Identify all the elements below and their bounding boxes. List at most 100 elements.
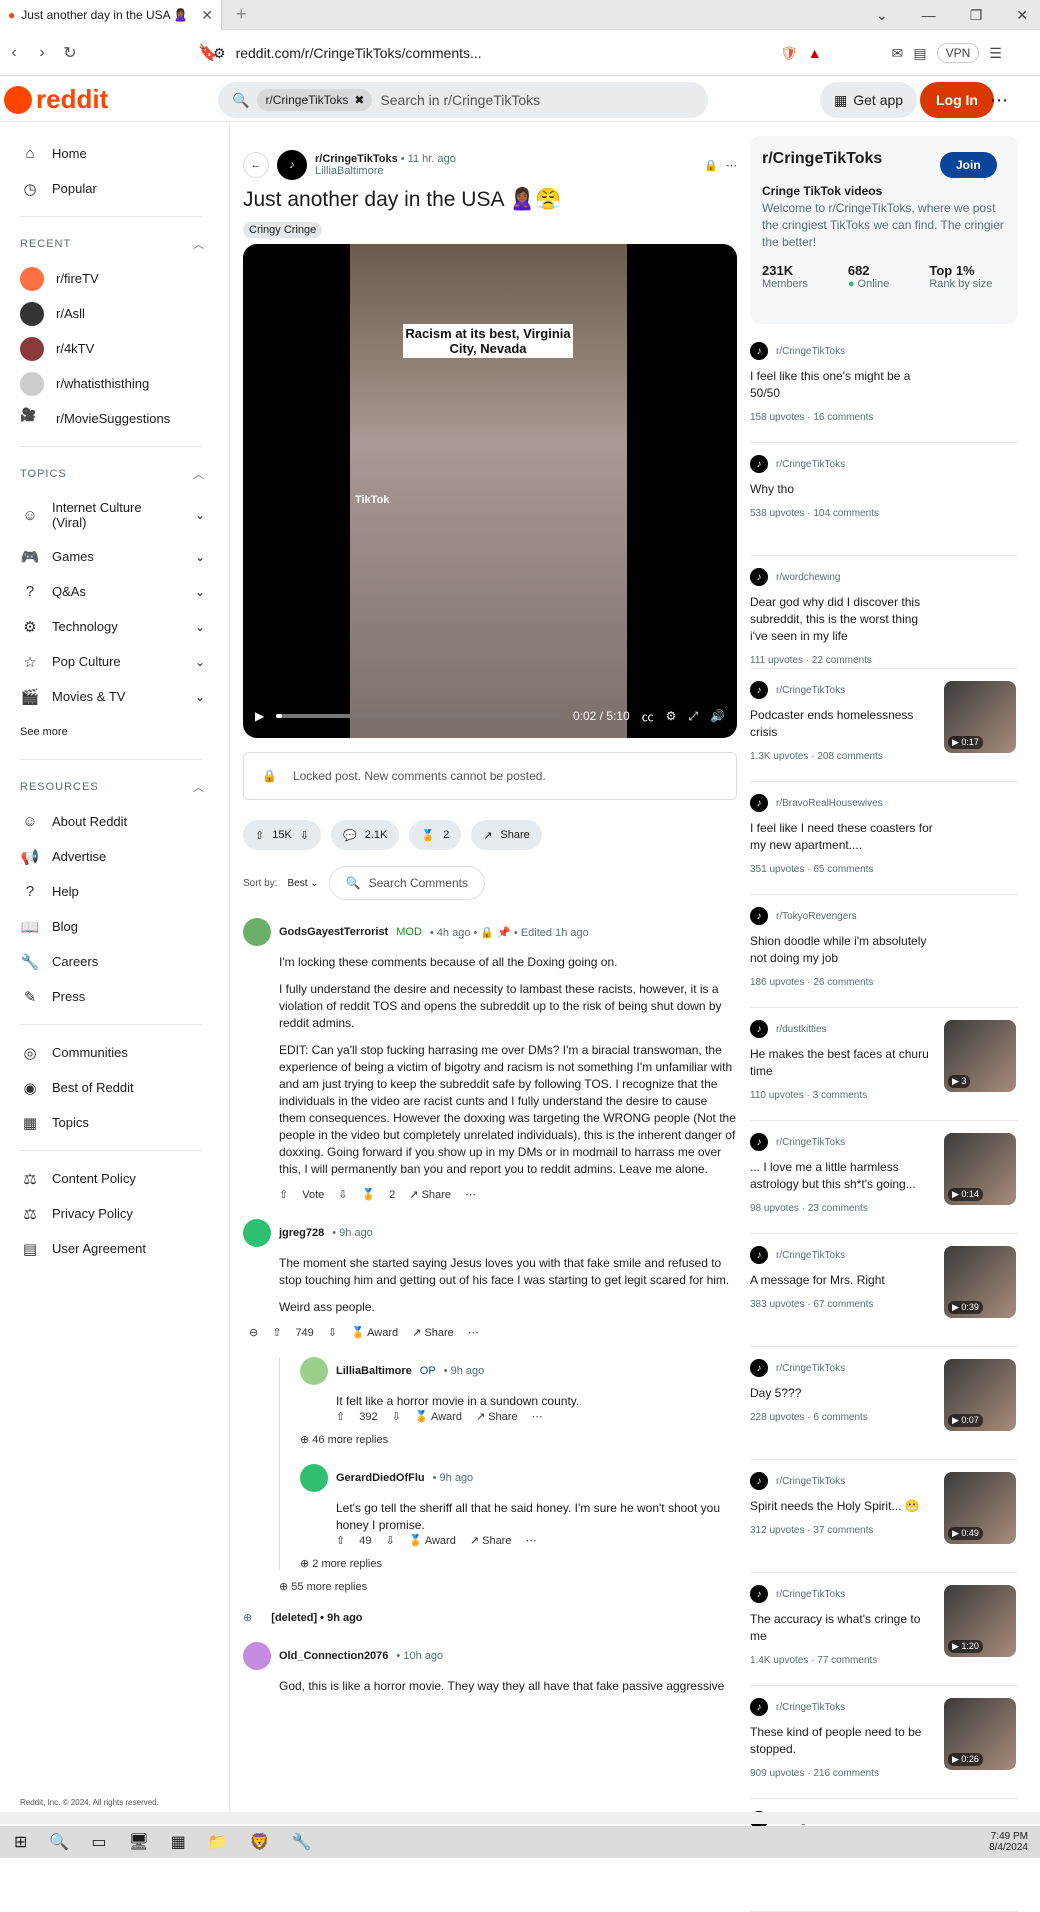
captions-icon[interactable]: ㏄ — [642, 708, 654, 725]
share-button[interactable]: ↗ Share — [470, 1534, 512, 1547]
related-post[interactable]: ♪ r/CringeTikToks I feel like this one's m… — [750, 330, 1018, 443]
related-thumbnail[interactable]: ▶ 0:17 — [944, 681, 1016, 753]
related-sub-name[interactable]: r/CringeTikToks — [776, 1589, 845, 1600]
award-button[interactable]: 🏅 Award — [409, 1534, 456, 1547]
avatar[interactable] — [243, 1219, 271, 1247]
post-options-icon[interactable]: ⋯ — [726, 159, 737, 172]
chevron-down-icon[interactable]: ⌄ — [195, 550, 205, 564]
related-sub-name[interactable]: r/CringeTikToks — [776, 1137, 845, 1148]
windows-start-icon[interactable]: ⊞ — [14, 1832, 27, 1852]
expand-icon[interactable]: ⊕ — [243, 1611, 252, 1624]
recent-header[interactable]: RECENT ︿ — [20, 227, 229, 261]
chip-clear-icon[interactable]: ✖ — [354, 93, 364, 107]
related-sub-name[interactable]: r/TokyoRevengers — [776, 911, 857, 922]
related-title[interactable]: I feel like this one's might be a 50/50 — [750, 368, 935, 402]
video-player[interactable]: Racism at its best, Virginia City, Nevad… — [243, 244, 737, 738]
resource-item[interactable]: 📖 Blog — [20, 909, 229, 944]
related-sub-name[interactable]: r/CringeTikToks — [776, 685, 845, 696]
related-post[interactable]: ♪ r/CringeTikToks The accuracy is what's c… — [750, 1573, 1018, 1686]
downvote-icon[interactable]: ⇩ — [328, 1326, 337, 1339]
wallet-icon[interactable]: ▤ — [913, 45, 926, 62]
related-post[interactable]: ♪ r/BravoRealHousewives I feel like I need… — [750, 782, 1018, 895]
nav-popular[interactable]: ◷ Popular — [20, 171, 229, 206]
post-subreddit[interactable]: r/CringeTikToks — [315, 153, 398, 165]
chevron-down-icon[interactable]: ⌄ — [195, 690, 205, 704]
browser-tab[interactable]: ● Just another day in the USA 🙎🏾‍♀️ ✕ — [0, 0, 222, 30]
vpn-button[interactable]: VPN — [936, 43, 980, 63]
comment-user[interactable]: Old_Connection2076 — [279, 1650, 388, 1662]
related-post[interactable]: ♪ r/CringeTikToks Spirit needs the Holy Sp… — [750, 1460, 1018, 1573]
monitor-app-icon[interactable]: 🖥 — [128, 1832, 148, 1852]
award-button[interactable]: 🏅 Award — [415, 1410, 462, 1423]
chevron-down-icon[interactable]: ⌄ — [195, 620, 205, 634]
topics-header[interactable]: TOPICS ︿ — [20, 457, 229, 491]
chevron-up-icon[interactable]: ︿ — [193, 236, 205, 252]
related-title[interactable]: He makes the best faces at churu time — [750, 1046, 935, 1080]
collapse-icon[interactable]: ⊖ — [249, 1326, 258, 1339]
avatar[interactable] — [300, 1464, 328, 1492]
comment-user[interactable]: GerardDiedOfFlu — [336, 1472, 425, 1484]
chevron-down-icon[interactable]: ⌄ — [195, 655, 205, 669]
related-title[interactable]: The accuracy is what's cringe to me — [750, 1611, 935, 1645]
volume-icon[interactable]: 🔊 — [710, 709, 725, 723]
chevron-down-icon[interactable]: ⌄ — [195, 508, 205, 522]
tab-list-icon[interactable]: ⌄ — [876, 7, 888, 24]
menu-icon[interactable]: ☰ — [989, 45, 1002, 62]
related-title[interactable]: Shion doodle while i'm absolutely not do… — [750, 933, 935, 967]
recent-item[interactable]: r/fireTV — [20, 261, 229, 296]
search-input[interactable]: Search in r/CringeTikToks — [380, 92, 540, 108]
topic-item[interactable]: ⚙ Technology ⌄ — [20, 609, 229, 644]
resources-header[interactable]: RESOURCES ︿ — [20, 770, 229, 804]
resource-item[interactable]: 📢 Advertise — [20, 839, 229, 874]
award-button[interactable]: 🏅 2 — [409, 820, 462, 850]
rewards-icon[interactable]: ▲ — [808, 45, 822, 61]
related-thumbnail[interactable]: ▶ 1:20 — [944, 1585, 1016, 1657]
fullscreen-icon[interactable]: ⤢ — [688, 709, 698, 724]
downvote-icon[interactable]: ⇩ — [392, 1410, 401, 1423]
more-options-icon[interactable]: ⋯ — [990, 90, 1008, 111]
chevron-up-icon[interactable]: ︿ — [193, 466, 205, 482]
get-app-button[interactable]: ▦ Get app — [820, 82, 918, 118]
resource-item[interactable]: ☺ About Reddit — [20, 804, 229, 839]
comment-user[interactable]: LilliaBaltimore — [336, 1365, 412, 1377]
best-link[interactable]: ◉ Best of Reddit — [20, 1070, 229, 1105]
related-thumbnail[interactable]: ▶ 3 — [944, 1020, 1016, 1092]
communities-link[interactable]: ◎ Communities — [20, 1035, 229, 1070]
related-post[interactable]: ♪ r/CringeTikToks Day 5??? 228 upvotes · 6 … — [750, 1347, 1018, 1460]
related-post[interactable]: ♪ r/CringeTikToks These kind of people nee… — [750, 1686, 1018, 1799]
topic-item[interactable]: ? Q&As ⌄ — [20, 574, 229, 609]
policy-link[interactable]: ⚖ Privacy Policy — [20, 1196, 229, 1231]
more-replies-link[interactable]: ⊕ 2 more replies — [300, 1557, 737, 1570]
close-tab-icon[interactable]: ✕ — [201, 7, 213, 24]
recent-item[interactable]: 🎥 r/MovieSuggestions — [20, 401, 229, 436]
forward-icon[interactable]: › — [28, 44, 56, 62]
related-post[interactable]: ♪ r/CringeTikToks Why tho 538 upvotes · 104… — [750, 443, 1018, 556]
related-post[interactable]: ♪ r/TokyoRevengers Shion doodle while i'm … — [750, 895, 1018, 1008]
comment-options-icon[interactable]: ⋯ — [465, 1188, 476, 1201]
reload-icon[interactable]: ↻ — [56, 43, 84, 63]
nav-home[interactable]: ⌂ Home — [20, 136, 229, 171]
settings-icon[interactable]: ⚙ — [666, 709, 677, 723]
upvote-icon[interactable]: ⇧ — [279, 1188, 288, 1201]
brave-shield-icon[interactable]: 🛡 — [780, 45, 798, 62]
related-title[interactable]: These kind of people need to be stopped. — [750, 1724, 935, 1758]
related-sub-name[interactable]: r/CringeTikToks — [776, 459, 845, 470]
calculator-app-icon[interactable]: ▦ — [171, 1832, 186, 1852]
related-sub-name[interactable]: r/CringeTikToks — [776, 1702, 845, 1713]
share-button[interactable]: ↗ Share — [412, 1326, 454, 1339]
avatar[interactable] — [243, 1642, 271, 1670]
horizontal-scrollbar[interactable] — [0, 1812, 1040, 1824]
share-button[interactable]: ↗ Share — [476, 1410, 518, 1423]
downvote-icon[interactable]: ⇩ — [300, 829, 309, 842]
upvote-icon[interactable]: ⇧ — [336, 1534, 345, 1547]
post-flair[interactable]: Cringy Cringe — [243, 222, 323, 238]
new-tab-icon[interactable]: + — [236, 4, 247, 25]
upvote-icon[interactable]: ⇧ — [255, 829, 264, 842]
related-sub-name[interactable]: r/CringeTikToks — [776, 1476, 845, 1487]
award-button[interactable]: 🏅 Award — [351, 1326, 398, 1339]
folder-app-icon[interactable]: 📁 — [208, 1832, 228, 1852]
reddit-logo[interactable]: reddit — [4, 84, 108, 115]
related-title[interactable]: Why tho — [750, 481, 935, 498]
related-title[interactable]: Spirit needs the Holy Spirit... 😬 — [750, 1498, 935, 1515]
minimize-icon[interactable]: — — [922, 7, 936, 23]
